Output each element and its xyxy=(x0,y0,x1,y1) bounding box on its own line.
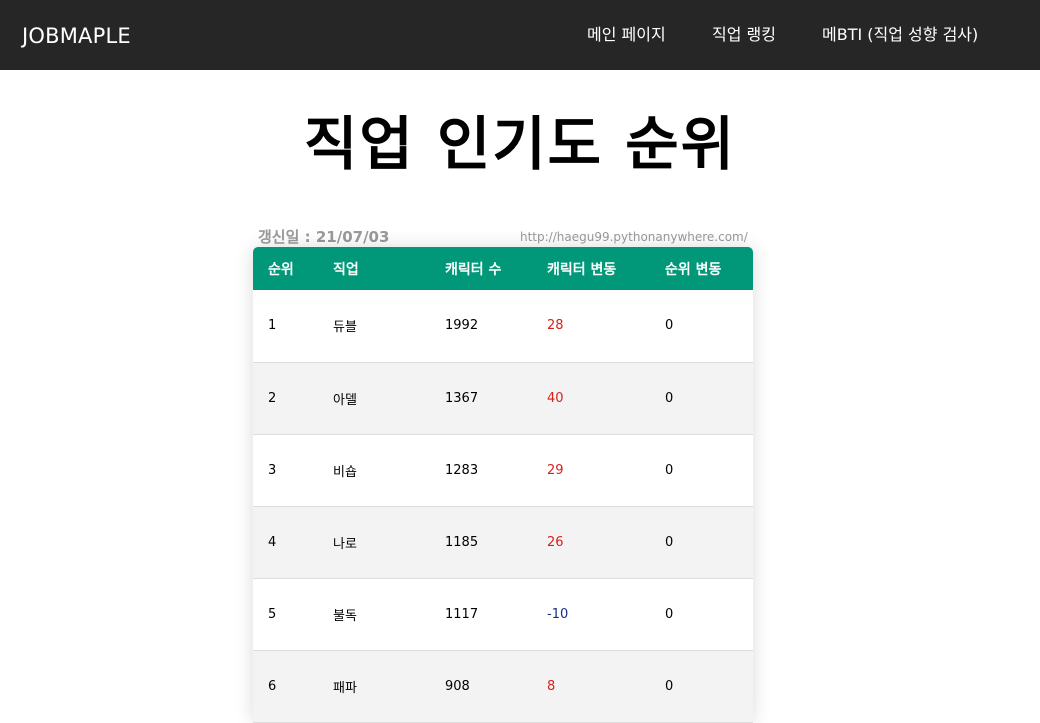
job-cell: 듀블 xyxy=(333,320,357,336)
rank-cell: 1 xyxy=(268,318,277,334)
navbar: JOBMAPLE 메인 페이지 직업 랭킹 메BTI (직업 성향 검사) xyxy=(0,0,1040,70)
rank-cell: 5 xyxy=(268,606,277,622)
character-count-cell: 1367 xyxy=(445,390,479,406)
rank-cell: 4 xyxy=(268,534,277,550)
page-title: 직업 인기도 순위 xyxy=(304,110,736,178)
table-row: 5 불독 1117 -10 0 xyxy=(253,578,753,650)
character-change-cell: 26 xyxy=(547,534,564,550)
ranking-table: 순위 직업 캐릭터 수 캐릭터 변동 순위 변동 1 듀블 1992 28 0 … xyxy=(253,247,753,723)
rank-cell: 6 xyxy=(268,678,277,694)
column-header-character-count: 캐릭터 수 xyxy=(445,261,502,278)
character-count-cell: 1185 xyxy=(445,534,479,550)
character-change-cell: 40 xyxy=(547,390,564,406)
rank-change-cell: 0 xyxy=(665,318,674,334)
table-row: 3 비숍 1283 29 0 xyxy=(253,434,753,506)
rank-change-cell: 0 xyxy=(665,390,674,406)
character-count-cell: 1117 xyxy=(445,606,479,622)
nav-link-mebti-test[interactable]: 메BTI (직업 성향 검사) xyxy=(822,24,978,46)
rank-change-cell: 0 xyxy=(665,462,674,478)
nav-link-main-page[interactable]: 메인 페이지 xyxy=(587,24,666,46)
job-cell: 비숍 xyxy=(333,464,357,480)
character-change-cell: -10 xyxy=(547,606,569,622)
character-change-cell: 28 xyxy=(547,318,564,334)
column-header-character-change: 캐릭터 변동 xyxy=(547,261,617,278)
character-count-cell: 908 xyxy=(445,678,470,694)
job-cell: 나로 xyxy=(333,536,357,552)
table-row: 1 듀블 1992 28 0 xyxy=(253,290,753,362)
rank-change-cell: 0 xyxy=(665,534,674,550)
character-change-cell: 29 xyxy=(547,462,564,478)
character-count-cell: 1992 xyxy=(445,318,479,334)
rank-change-cell: 0 xyxy=(665,606,674,622)
column-header-job: 직업 xyxy=(333,261,359,278)
rank-change-cell: 0 xyxy=(665,678,674,694)
job-cell: 불독 xyxy=(333,608,357,624)
column-header-rank-change: 순위 변동 xyxy=(665,261,722,278)
table-row: 4 나로 1185 26 0 xyxy=(253,506,753,578)
job-cell: 아델 xyxy=(333,392,357,408)
column-header-rank: 순위 xyxy=(268,261,294,278)
job-cell: 패파 xyxy=(333,680,357,696)
table-row: 2 아델 1367 40 0 xyxy=(253,362,753,434)
ranking-table-container: 순위 직업 캐릭터 수 캐릭터 변동 순위 변동 1 듀블 1992 28 0 … xyxy=(253,247,753,723)
character-count-cell: 1283 xyxy=(445,462,479,478)
rank-cell: 2 xyxy=(268,390,277,406)
table-header-row: 순위 직업 캐릭터 수 캐릭터 변동 순위 변동 xyxy=(253,247,753,290)
brand-logo-link[interactable]: JOBMAPLE xyxy=(22,22,131,50)
table-row: 6 패파 908 8 0 xyxy=(253,650,753,722)
rank-cell: 3 xyxy=(268,462,277,478)
updated-date: 갱신일 : 21/07/03 xyxy=(258,228,390,246)
site-url: http://haegu99.pythonanywhere.com/ xyxy=(520,230,748,244)
nav-link-job-ranking[interactable]: 직업 랭킹 xyxy=(712,24,776,46)
character-change-cell: 8 xyxy=(547,678,556,694)
